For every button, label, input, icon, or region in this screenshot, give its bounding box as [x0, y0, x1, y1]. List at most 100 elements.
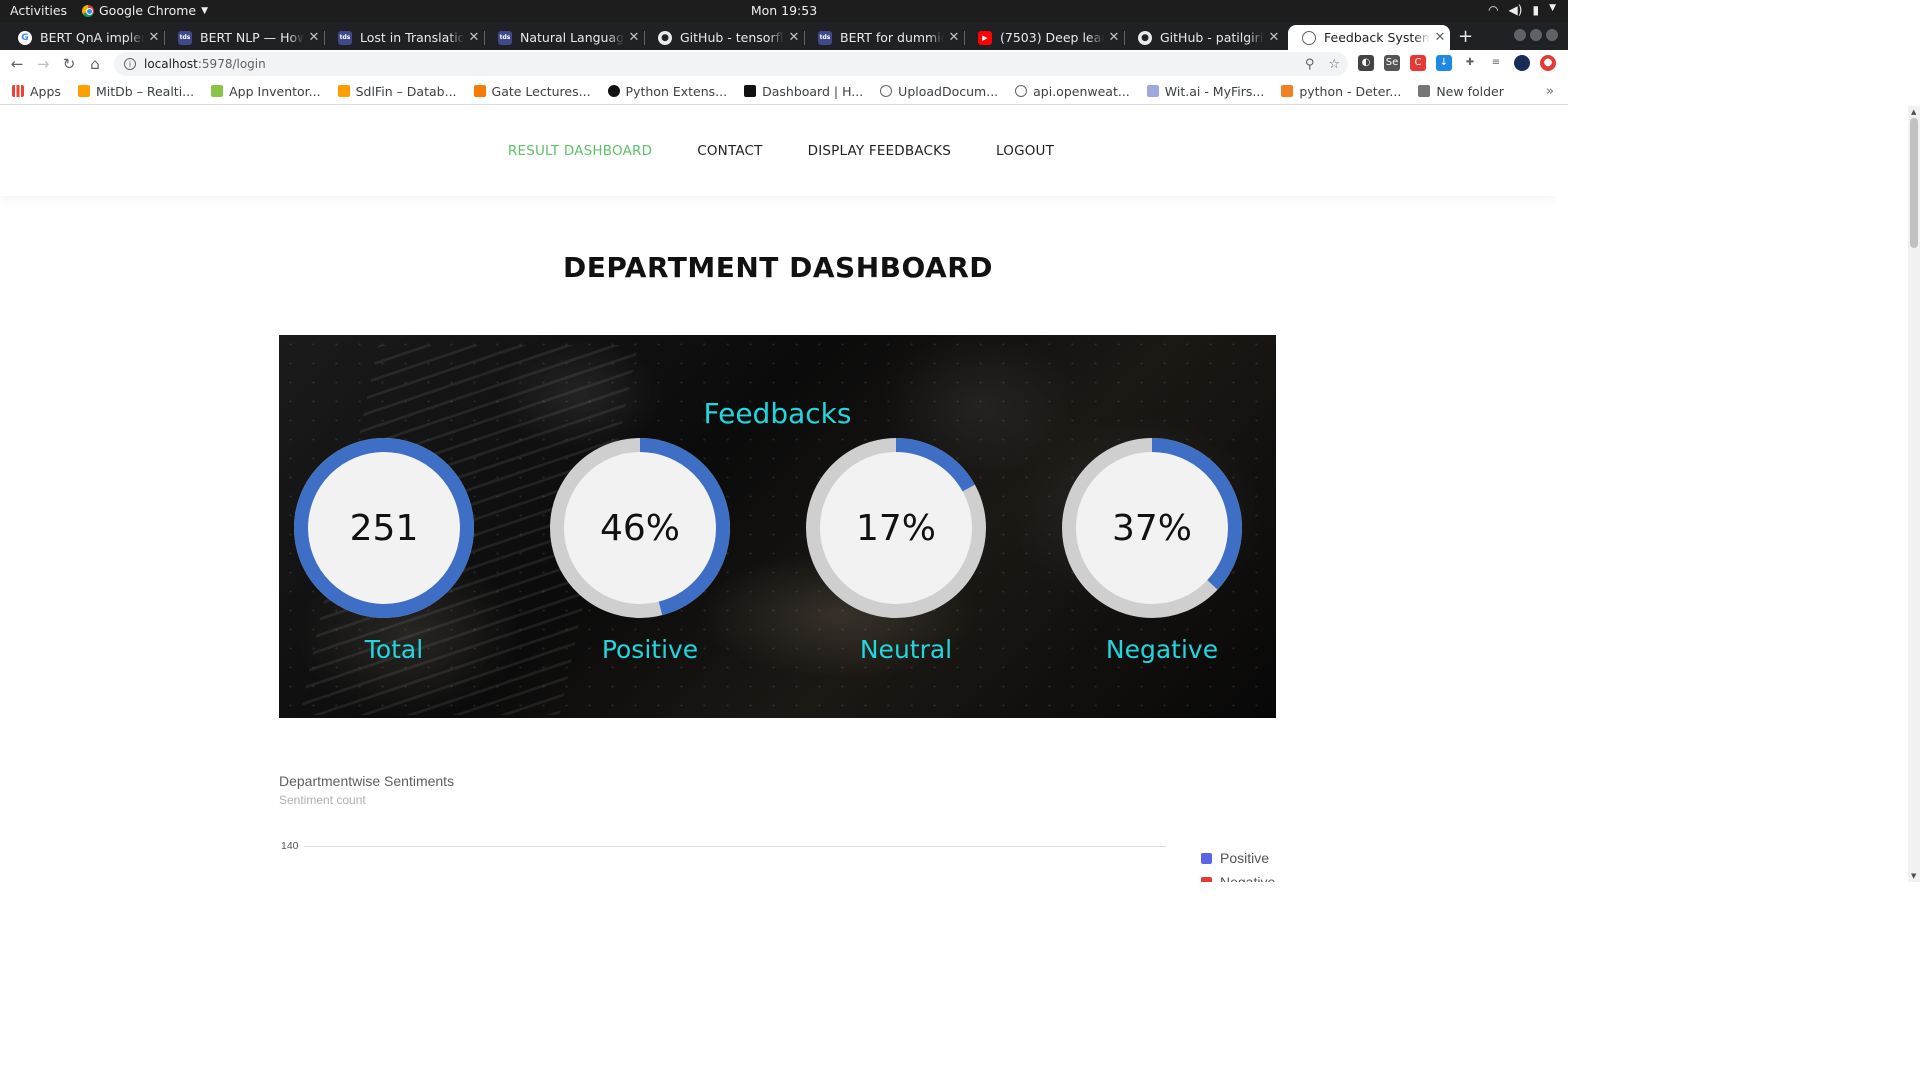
bookmark-item[interactable]: Wit.ai - MyFirs... [1146, 84, 1264, 99]
tab-title: Lost in Translation [360, 30, 464, 45]
gate-icon [473, 85, 486, 97]
firebase-icon [337, 85, 350, 97]
close-tab-icon[interactable]: ✕ [784, 30, 804, 45]
stat-label: Positive [601, 635, 699, 664]
browser-tab[interactable]: ● GitHub - tensorflov ✕ [644, 25, 804, 50]
stat-label: Negative [1105, 635, 1219, 664]
browser-tab-active[interactable]: Feedback System ✕ [1288, 25, 1450, 50]
bookmark-label: Apps [30, 83, 61, 99]
wifi-icon: ◠ [1488, 3, 1499, 17]
app-menu[interactable]: Google Chrome ▼ [82, 3, 208, 18]
caret-down-icon: ▼ [201, 5, 209, 16]
nav-result-dashboard[interactable]: RESULT DASHBOARD [508, 143, 652, 159]
browser-tab[interactable]: tds BERT NLP — How T ✕ [164, 25, 324, 50]
youtube-icon: ▶ [978, 30, 992, 45]
bookmark-item[interactable]: Python Extens... [607, 84, 727, 99]
browser-tab[interactable]: G BERT QnA impleme ✕ [4, 25, 164, 50]
close-tab-icon[interactable]: ✕ [304, 30, 324, 45]
zoom-icon[interactable]: ⚲ [1305, 57, 1315, 72]
extensions-puzzle-icon[interactable]: ✚ [1462, 55, 1478, 71]
forward-icon[interactable]: → [30, 55, 56, 73]
site-nav: RESULT DASHBOARD CONTACT DISPLAY FEEDBAC… [0, 106, 1556, 196]
app-inventor-icon [211, 85, 224, 97]
bookmark-label: Dashboard | H... [762, 83, 864, 99]
browser-tab[interactable]: ● GitHub - patilgirish ✕ [1124, 25, 1284, 50]
clock[interactable]: Mon 19:53 [751, 3, 817, 18]
tab-strip: G BERT QnA impleme ✕ tds BERT NLP — How … [0, 22, 1568, 50]
stat-ring-neutral: 17% [806, 438, 986, 618]
reload-icon[interactable]: ↻ [56, 55, 82, 73]
caret-down-icon: ▼ [1549, 3, 1556, 13]
hackerrank-icon [744, 85, 757, 97]
legend-item-negative[interactable]: Negative [1201, 870, 1275, 882]
bookmark-item[interactable]: Apps [12, 84, 61, 99]
tab-title: BERT NLP — How T [200, 30, 304, 45]
legend-swatch [1201, 876, 1212, 882]
close-tab-icon[interactable]: ✕ [144, 30, 164, 45]
tds-icon: tds [498, 30, 512, 45]
close-window-button[interactable] [1546, 29, 1558, 41]
globe-icon [880, 85, 893, 97]
close-tab-icon[interactable]: ✕ [464, 30, 484, 45]
page-title: DEPARTMENT DASHBOARD [562, 251, 994, 284]
browser-tab[interactable]: tds Natural Language ✕ [484, 25, 644, 50]
system-tray[interactable]: ◠ ◀) ▮ ▼ [1488, 3, 1556, 17]
browser-tab[interactable]: ▶ (7503) Deep learnin ✕ [964, 25, 1124, 50]
new-tab-button[interactable]: + [1458, 26, 1473, 47]
nav-contact[interactable]: CONTACT [697, 143, 762, 159]
bookmark-item[interactable]: New folder [1418, 84, 1504, 99]
bookmark-item[interactable]: UploadDocum... [880, 84, 998, 99]
close-tab-icon[interactable]: ✕ [944, 30, 964, 45]
bookmark-label: New folder [1436, 83, 1504, 99]
close-tab-icon[interactable]: ✕ [1430, 30, 1450, 45]
selenium-ide-icon[interactable]: Se [1384, 55, 1400, 71]
extension-icon[interactable]: ● [1540, 55, 1556, 71]
back-icon[interactable]: ← [4, 55, 30, 73]
home-icon[interactable]: ⌂ [82, 55, 108, 73]
stackoverflow-icon [1281, 85, 1294, 97]
bookmark-item[interactable]: api.openweat... [1015, 84, 1130, 99]
maximize-button[interactable] [1530, 29, 1542, 41]
scroll-down-icon[interactable]: ▼ [1911, 872, 1916, 880]
tds-icon: tds [338, 30, 352, 45]
extension-icon[interactable]: ◐ [1358, 55, 1374, 71]
more-bookmarks-icon[interactable]: » [1546, 84, 1554, 99]
close-tab-icon[interactable]: ✕ [1104, 30, 1124, 45]
browser-tab[interactable]: tds BERT for dummies ✕ [804, 25, 964, 50]
avatar[interactable] [1514, 55, 1530, 71]
url-path: :5978/login [197, 57, 266, 71]
tab-title: GitHub - patilgirish [1160, 30, 1264, 45]
gridline [304, 846, 1166, 847]
bookmark-star-icon[interactable]: ☆ [1328, 57, 1340, 72]
scroll-up-icon[interactable]: ▲ [1911, 108, 1916, 116]
tab-title: GitHub - tensorflov [680, 30, 784, 45]
close-tab-icon[interactable]: ✕ [1264, 30, 1284, 45]
page-scrollbar[interactable]: ▲ ▼ [1908, 106, 1920, 882]
bookmark-item[interactable]: MitDb – Realti... [77, 84, 194, 99]
address-bar[interactable]: i localhost:5978/login ⚲ ☆ [114, 52, 1348, 76]
minimize-button[interactable] [1514, 29, 1526, 41]
bookmark-item[interactable]: SdlFin – Datab... [337, 84, 457, 99]
bookmarks-bar: Apps MitDb – Realti... App Inventor... S… [0, 78, 1568, 105]
activities-button[interactable]: Activities [10, 3, 67, 18]
chart-subtitle: Sentiment count [279, 793, 366, 807]
tab-title: BERT QnA impleme [40, 30, 144, 45]
nav-display-feedbacks[interactable]: DISPLAY FEEDBACKS [808, 143, 951, 159]
legend-item-positive[interactable]: Positive [1201, 846, 1275, 870]
stat-value: 46% [599, 507, 680, 549]
bookmark-item[interactable]: App Inventor... [211, 84, 321, 99]
bookmark-item[interactable]: Dashboard | H... [744, 84, 863, 99]
legend-swatch [1201, 852, 1212, 864]
bookmark-item[interactable]: python - Deter... [1281, 84, 1401, 99]
browser-tab[interactable]: tds Lost in Translation ✕ [324, 25, 484, 50]
extension-icon[interactable]: C [1410, 55, 1426, 71]
scrollbar-thumb[interactable] [1910, 118, 1918, 248]
site-info-icon[interactable]: i [124, 58, 136, 70]
bookmark-item[interactable]: Gate Lectures... [473, 84, 591, 99]
legend-label: Positive [1220, 850, 1270, 866]
download-extension-icon[interactable]: ↓ [1436, 55, 1452, 71]
reading-list-icon[interactable]: ≡ [1488, 55, 1504, 71]
legend-label: Negative [1220, 874, 1276, 882]
close-tab-icon[interactable]: ✕ [624, 30, 644, 45]
nav-logout[interactable]: LOGOUT [996, 143, 1054, 159]
